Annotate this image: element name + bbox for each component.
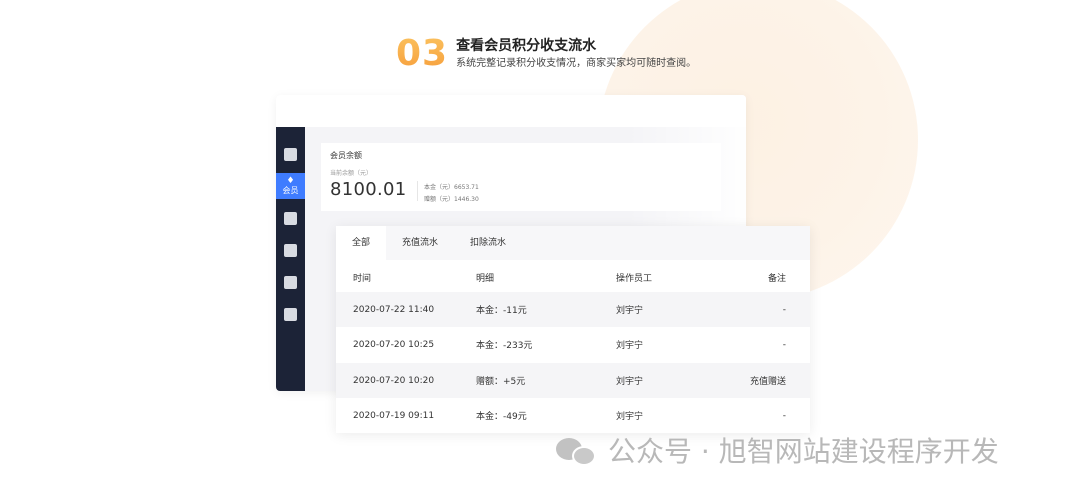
tab-deduction[interactable]: 扣除流水: [454, 226, 522, 260]
nav-placeholder-icon: [284, 307, 297, 321]
header-detail: 明细: [476, 273, 495, 284]
sidebar-item-member[interactable]: ♦ 会员: [276, 173, 305, 199]
table-header: 时间 明细 操作员工 备注: [336, 262, 810, 292]
sidebar-item-4[interactable]: [276, 237, 305, 263]
sidebar-item-3[interactable]: [276, 205, 305, 231]
sidebar-item-5[interactable]: [276, 269, 305, 295]
table-row: 2020-07-19 09:11 本金：-49元 刘宇宁 -: [336, 398, 810, 433]
principal-balance: 本金（元）6653.71: [424, 184, 479, 191]
sidebar: ♦ 会员: [276, 127, 305, 391]
nav-placeholder-icon: [284, 243, 297, 257]
balance-amount: 8100.01: [330, 179, 407, 200]
nav-placeholder-icon: [284, 275, 297, 289]
row-detail: 本金：-233元: [476, 341, 533, 351]
nav-placeholder-icon: [284, 211, 297, 225]
watermark-text: 公众号 · 旭智网站建设程序开发: [608, 435, 999, 468]
tab-recharge[interactable]: 充值流水: [386, 226, 454, 260]
row-remark: -: [782, 304, 786, 315]
row-time: 2020-07-20 10:20: [353, 375, 435, 386]
feature-header: 03 查看会员积分收支流水 系统完整记录积分收支情况，商家买家均可随时查阅。: [396, 34, 696, 74]
wechat-icon: [556, 436, 598, 468]
gift-balance: 赠额（元）1446.30: [424, 196, 479, 203]
tab-bar: 全部 充值流水 扣除流水: [336, 226, 810, 260]
table-row: 2020-07-20 10:20 赠额：+5元 刘宇宁 充值赠送: [336, 363, 810, 398]
row-detail: 本金：-49元: [476, 412, 527, 422]
row-remark: 充值赠送: [749, 377, 786, 387]
row-remark: -: [782, 410, 786, 421]
sidebar-item-6[interactable]: [276, 301, 305, 327]
current-balance-label: 当前余额（元）: [330, 170, 373, 177]
feature-text: 查看会员积分收支流水 系统完整记录积分收支情况，商家买家均可随时查阅。: [456, 36, 696, 72]
row-operator: 刘宇宁: [616, 341, 644, 351]
balance-title: 会员余额: [330, 151, 362, 160]
nav-placeholder-icon: [284, 147, 297, 161]
row-time: 2020-07-22 11:40: [353, 304, 435, 315]
row-operator: 刘宇宁: [616, 306, 644, 316]
row-detail: 赠额：+5元: [476, 377, 526, 387]
feature-number: 03: [396, 33, 449, 74]
divider: [417, 181, 418, 201]
row-time: 2020-07-20 10:25: [353, 339, 435, 350]
sidebar-item-1[interactable]: [276, 141, 305, 167]
sidebar-item-label: 会员: [282, 186, 299, 195]
header-remark: 备注: [767, 273, 786, 284]
row-detail: 本金：-11元: [476, 306, 527, 316]
table-row: 2020-07-20 10:25 本金：-233元 刘宇宁 -: [336, 327, 810, 362]
feature-subtitle: 系统完整记录积分收支情况，商家买家均可随时查阅。: [456, 58, 697, 69]
transaction-table-card: 全部 充值流水 扣除流水 时间 明细 操作员工 备注 2020-07-22 11…: [336, 226, 810, 433]
feature-title: 查看会员积分收支流水: [456, 38, 597, 54]
tab-all[interactable]: 全部: [336, 226, 387, 260]
row-remark: -: [782, 339, 786, 350]
diamond-icon: ♦: [286, 176, 295, 186]
row-operator: 刘宇宁: [616, 412, 644, 422]
watermark: 公众号 · 旭智网站建设程序开发: [556, 434, 999, 470]
row-operator: 刘宇宁: [616, 377, 644, 387]
table-row: 2020-07-22 11:40 本金：-11元 刘宇宁 -: [336, 292, 810, 327]
header-time: 时间: [353, 273, 372, 284]
row-time: 2020-07-19 09:11: [353, 410, 435, 421]
header-operator: 操作员工: [616, 273, 653, 284]
